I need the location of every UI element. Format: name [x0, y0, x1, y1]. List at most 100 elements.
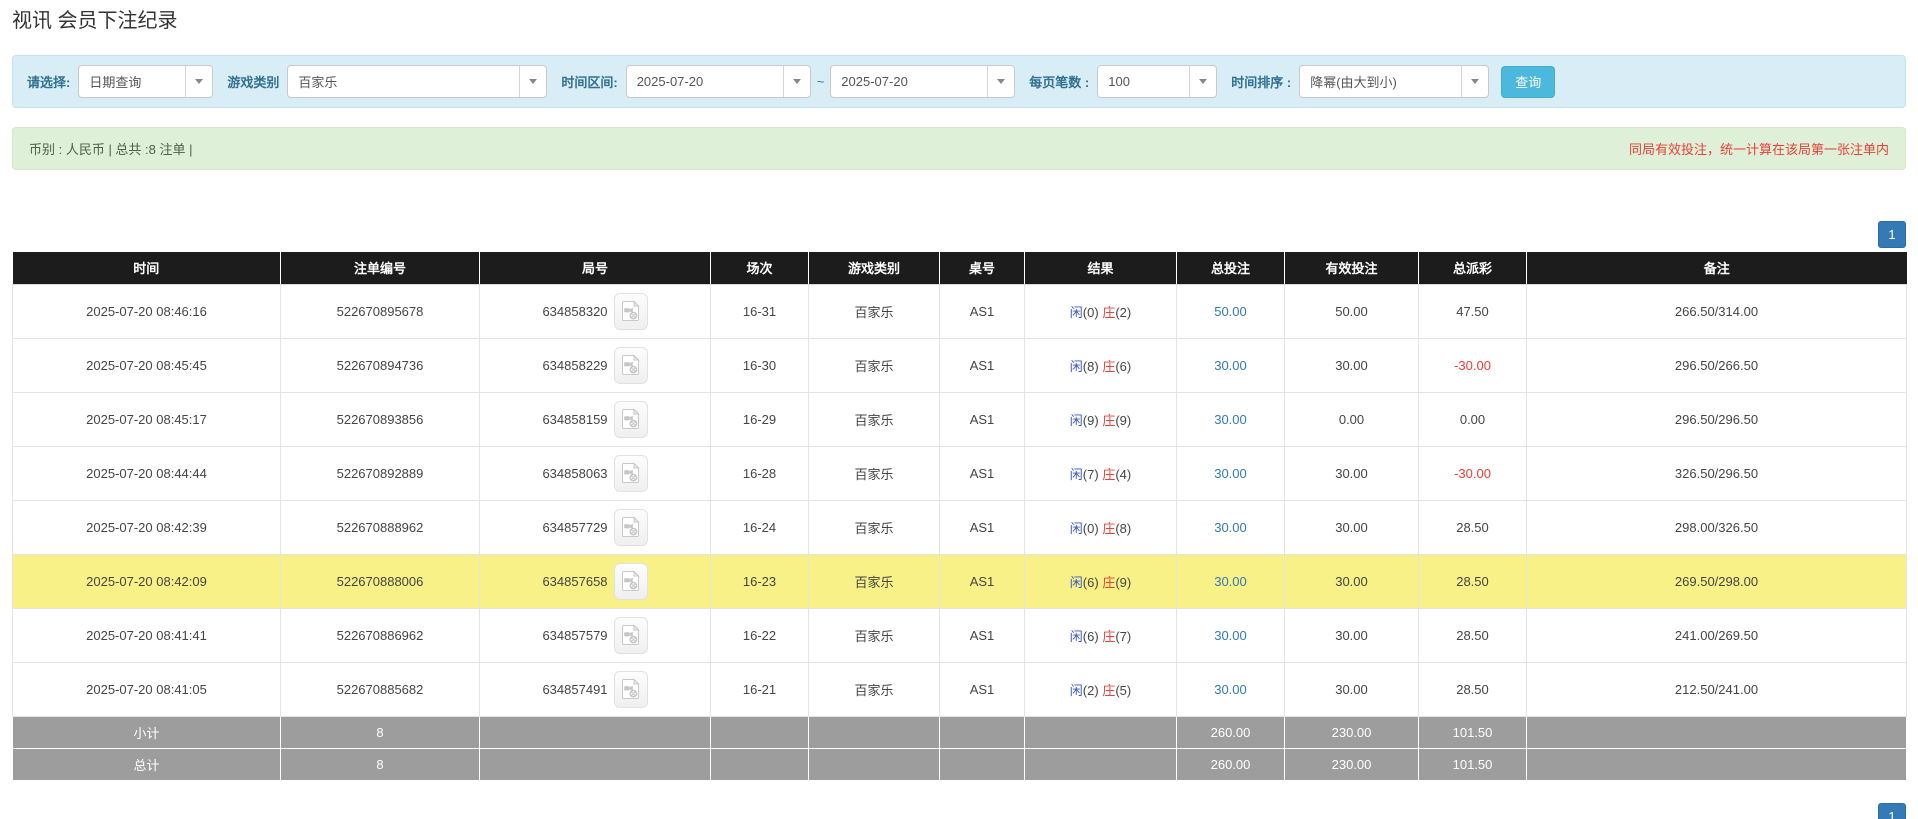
cell-bet-id: 522670888006 [280, 553, 480, 609]
video-replay-button[interactable] [613, 454, 648, 492]
cell-bet-id: 522670895678 [280, 283, 480, 339]
cell-session: 16-23 [710, 553, 809, 609]
cell-game-category: 百家乐 [808, 391, 940, 447]
total-bet-link[interactable]: 30.00 [1214, 682, 1247, 697]
page-1-button[interactable]: 1 [1878, 221, 1906, 248]
summary-valid-bet: 230.00 [1284, 747, 1419, 781]
round-id: 634857579 [542, 627, 608, 643]
cell-total-payout: -30.00 [1418, 445, 1527, 501]
player-label: 闲 [1069, 358, 1083, 374]
time-range-label: 时间区间: [561, 75, 618, 90]
table-row: 2025-07-20 08:45:45 522670894736 6348582… [12, 337, 1907, 393]
cell-game-category: 百家乐 [808, 283, 940, 339]
page-size-select[interactable]: 100 [1097, 65, 1218, 98]
cell-valid-bet: 30.00 [1284, 553, 1419, 609]
cell-time: 2025-07-20 08:42:09 [12, 553, 281, 609]
video-replay-button[interactable] [613, 346, 648, 384]
banker-score: (8) [1115, 520, 1132, 536]
cell-round-id: 634857491 [479, 661, 711, 717]
round-id: 634858159 [542, 411, 608, 427]
cell-game-category: 百家乐 [808, 661, 940, 717]
cell-valid-bet: 30.00 [1284, 499, 1419, 555]
cell-remark: 241.00/269.50 [1526, 607, 1907, 663]
info-bar: 币别 : 人民币 | 总共 :8 注单 | 同局有效投注，统一计算在该局第一张注… [12, 127, 1906, 170]
banker-label: 庄 [1102, 412, 1116, 428]
player-label: 闲 [1069, 466, 1083, 482]
cell-session: 16-21 [710, 661, 809, 717]
total-bet-link[interactable]: 30.00 [1214, 412, 1247, 427]
player-label: 闲 [1069, 520, 1083, 536]
video-replay-button[interactable] [613, 508, 648, 546]
video-replay-button[interactable] [613, 562, 648, 600]
player-score: (2) [1082, 682, 1099, 698]
query-type-select[interactable]: 日期查询 [78, 65, 214, 98]
cell-session: 16-24 [710, 499, 809, 555]
banker-label: 庄 [1102, 520, 1116, 536]
total-bet-link[interactable]: 30.00 [1214, 358, 1247, 373]
cell-game-category: 百家乐 [808, 553, 940, 609]
video-replay-button[interactable] [613, 400, 648, 438]
chevron-down-icon [987, 66, 1014, 97]
header-result: 结果 [1024, 252, 1177, 285]
chevron-down-icon [1189, 66, 1216, 97]
total-bet-link[interactable]: 50.00 [1214, 304, 1247, 319]
banker-score: (2) [1115, 304, 1132, 320]
chevron-down-icon [1461, 66, 1488, 97]
note-text: 同局有效投注，统一计算在该局第一张注单内 [1628, 142, 1889, 157]
time-sort-select[interactable]: 降幂(由大到小) [1299, 65, 1490, 98]
video-replay-button[interactable] [613, 670, 648, 708]
round-id: 634858063 [542, 465, 608, 481]
page: 视讯 会员下注纪录 请选择: 日期查询 游戏类别 百家乐 时间区间: 2025-… [0, 0, 1918, 819]
bet-records-table: 时间 注单编号 局号 场次 游戏类别 桌号 结果 总投注 有效投注 总派彩 备注… [12, 252, 1907, 781]
cell-session: 16-29 [710, 391, 809, 447]
cell-result: 闲(8) 庄(6) [1024, 337, 1177, 393]
summary-row: 小计 8 260.00 230.00 101.50 [12, 715, 1907, 749]
player-label: 闲 [1069, 574, 1083, 590]
cell-table-no: AS1 [939, 337, 1025, 393]
cell-valid-bet: 50.00 [1284, 283, 1419, 339]
cell-total-bet: 30.00 [1176, 661, 1285, 717]
filter-bar: 请选择: 日期查询 游戏类别 百家乐 时间区间: 2025-07-20 ~ 20… [12, 55, 1906, 108]
total-bet-link[interactable]: 30.00 [1214, 628, 1247, 643]
player-score: (8) [1082, 358, 1099, 374]
cell-result: 闲(0) 庄(2) [1024, 283, 1177, 339]
cell-total-bet: 30.00 [1176, 553, 1285, 609]
cell-result: 闲(6) 庄(9) [1024, 553, 1177, 609]
query-button[interactable]: 查询 [1501, 65, 1556, 98]
cell-game-category: 百家乐 [808, 607, 940, 663]
summary-valid-bet: 230.00 [1284, 715, 1419, 749]
date-to-picker[interactable]: 2025-07-20 [830, 65, 1016, 98]
summary-label: 小计 [12, 715, 281, 749]
video-file-icon [621, 354, 640, 375]
banker-label: 庄 [1102, 628, 1116, 644]
summary-count: 8 [280, 715, 480, 749]
cell-valid-bet: 30.00 [1284, 445, 1419, 501]
round-id: 634858320 [542, 303, 608, 319]
video-replay-button[interactable] [613, 292, 648, 330]
game-category-select[interactable]: 百家乐 [287, 65, 548, 98]
cell-remark: 296.50/296.50 [1526, 391, 1907, 447]
date-from-picker[interactable]: 2025-07-20 [625, 65, 811, 98]
cell-session: 16-22 [710, 607, 809, 663]
cell-total-bet: 30.00 [1176, 391, 1285, 447]
table-row: 2025-07-20 08:46:16 522670895678 6348583… [12, 283, 1907, 339]
cell-round-id: 634858063 [479, 445, 711, 501]
page-1-button[interactable]: 1 [1878, 802, 1906, 819]
player-score: (7) [1082, 466, 1099, 482]
total-bet-link[interactable]: 30.00 [1214, 466, 1247, 481]
cell-remark: 296.50/266.50 [1526, 337, 1907, 393]
page-size-value: 100 [1108, 74, 1130, 89]
video-replay-button[interactable] [613, 616, 648, 654]
total-bet-link[interactable]: 30.00 [1214, 520, 1247, 535]
cell-valid-bet: 30.00 [1284, 607, 1419, 663]
cell-bet-id: 522670893856 [280, 391, 480, 447]
cell-result: 闲(9) 庄(9) [1024, 391, 1177, 447]
total-bet-link[interactable]: 30.00 [1214, 574, 1247, 589]
cell-game-category: 百家乐 [808, 337, 940, 393]
banker-label: 庄 [1102, 358, 1116, 374]
pagination-top: 1 [12, 221, 1906, 248]
banker-score: (7) [1115, 628, 1132, 644]
cell-session: 16-30 [710, 337, 809, 393]
cell-time: 2025-07-20 08:41:41 [12, 607, 281, 663]
cell-total-payout: 28.50 [1418, 553, 1527, 609]
